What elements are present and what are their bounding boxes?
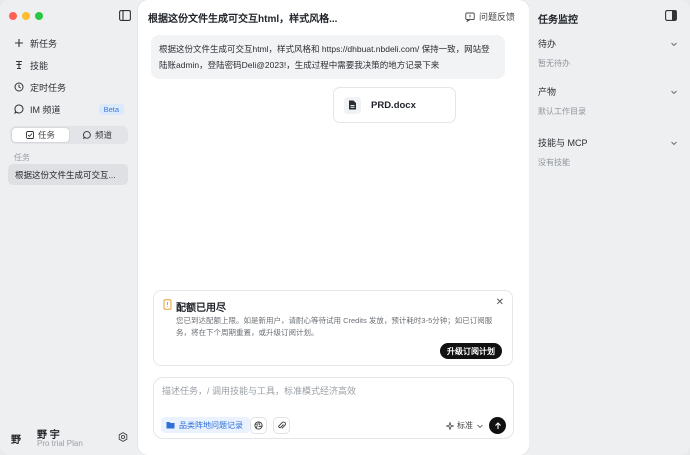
right-panel-title: 任务监控: [538, 15, 578, 26]
sidebar-nav: 新任务 技能 定时任务 IM 频道 Beta: [6, 32, 132, 120]
close-window-button[interactable]: [9, 12, 17, 20]
chevron-down-icon: [477, 424, 483, 428]
tab-label: 频道: [94, 130, 112, 140]
zoom-window-button[interactable]: [35, 12, 43, 20]
warning-icon: [163, 299, 172, 310]
send-button[interactable]: [489, 417, 506, 434]
user-profile[interactable]: 野 野 宇 Pro trial Plan: [8, 426, 132, 450]
composer: 品类阵地问题记录 标准: [153, 377, 514, 439]
checkbox-icon: [26, 131, 34, 139]
quota-title: 配额已用尽: [176, 303, 226, 314]
artifacts-section: 产物 默认工作目录: [538, 85, 678, 117]
nav-label: IM 频道: [30, 104, 61, 115]
sidebar-toggle-icon[interactable]: [119, 10, 131, 21]
section-title: 待办: [538, 39, 557, 49]
skills-mcp-section-header[interactable]: 技能与 MCP: [538, 136, 678, 149]
user-plan: Pro trial Plan: [37, 439, 83, 448]
quota-alert: 配额已用尽 ✕ 您已到达配额上限。如是新用户，请耐心等待试用 Credits 发…: [153, 290, 513, 366]
nav-im-channels[interactable]: IM 频道 Beta: [6, 98, 132, 120]
close-icon[interactable]: ✕: [496, 297, 504, 308]
document-icon: [344, 96, 361, 114]
nav-label: 新任务: [30, 38, 58, 49]
mode-label: 标准: [457, 421, 473, 430]
chat-icon: [82, 131, 91, 139]
chat-icon: [14, 104, 24, 114]
attachment-card[interactable]: PRD.docx: [333, 87, 456, 123]
attachment-name: PRD.docx: [371, 99, 416, 111]
gear-icon[interactable]: [118, 432, 128, 442]
paperclip-icon: [278, 421, 286, 429]
skill-icon: [16, 61, 22, 69]
sidebar-segment-control: 任务 频道: [10, 126, 128, 144]
attach-button[interactable]: [273, 417, 290, 434]
page-title: 根据这份文件生成可交互html，样式风格...: [148, 14, 338, 25]
todo-section-header[interactable]: 待办: [538, 37, 678, 50]
todo-section: 待办 暂无待办: [538, 37, 678, 69]
section-title: 技能与 MCP: [538, 138, 588, 148]
chevron-down-icon: [671, 90, 677, 94]
user-message: 根据这份文件生成可交互html，样式风格和 https://dhbuat.nbd…: [151, 35, 505, 79]
aperture-icon: [254, 421, 263, 430]
window-controls: [9, 12, 43, 20]
clock-icon: [14, 82, 24, 92]
tools-button[interactable]: [250, 417, 267, 434]
nav-skills[interactable]: 技能: [6, 54, 132, 76]
quota-message: 您已到达配额上限。如是新用户，请耐心等待试用 Credits 发放，预计耗时3-…: [176, 316, 493, 337]
mode-selector[interactable]: 标准: [446, 420, 484, 431]
tab-label: 任务: [37, 130, 55, 140]
feedback-icon: [465, 12, 475, 22]
feedback-button[interactable]: 问题反馈: [465, 10, 515, 23]
sparkle-icon: [446, 421, 454, 430]
folder-tag-label: 品类阵地问题记录: [179, 420, 243, 430]
artifacts-section-header[interactable]: 产物: [538, 85, 678, 98]
avatar: 野: [11, 435, 21, 446]
plus-icon: [15, 39, 23, 47]
section-title: 产物: [538, 87, 557, 97]
nav-new-task[interactable]: 新任务: [6, 32, 132, 54]
chevron-down-icon: [671, 42, 677, 46]
tab-channels[interactable]: 频道: [69, 128, 126, 142]
panel-toggle-icon[interactable]: [665, 10, 677, 21]
beta-badge: Beta: [98, 103, 124, 115]
upgrade-plan-button[interactable]: 升级订阅计划: [440, 343, 502, 359]
task-input[interactable]: [162, 386, 502, 396]
arrow-up-icon: [494, 421, 501, 429]
tasks-section-label: 任务: [14, 153, 30, 162]
main-panel: 根据这份文件生成可交互html，样式风格... 问题反馈 根据这份文件生成可交互…: [138, 0, 529, 455]
tab-tasks[interactable]: 任务: [12, 128, 69, 142]
right-panel: 任务监控 待办 暂无待办 产物 默认工作目录 技能与 MCP 没有技能: [529, 0, 690, 455]
nav-scheduled-tasks[interactable]: 定时任务: [6, 76, 132, 98]
folder-tag[interactable]: 品类阵地问题记录: [161, 417, 250, 433]
section-subtitle: 默认工作目录: [538, 107, 586, 116]
feedback-label: 问题反馈: [478, 12, 515, 22]
app-window: 新任务 技能 定时任务 IM 频道 Beta 任务 频道 任务 根据这份文件生成…: [0, 0, 690, 455]
nav-label: 技能: [30, 60, 49, 71]
left-sidebar: 新任务 技能 定时任务 IM 频道 Beta 任务 频道 任务 根据这份文件生成…: [0, 0, 138, 455]
section-subtitle: 没有技能: [538, 158, 570, 167]
section-subtitle: 暂无待办: [538, 59, 570, 68]
task-list-item[interactable]: 根据这份文件生成可交互...: [8, 164, 128, 185]
skills-mcp-section: 技能与 MCP 没有技能: [538, 136, 678, 168]
nav-label: 定时任务: [30, 82, 67, 93]
chevron-down-icon: [671, 141, 677, 145]
minimize-window-button[interactable]: [22, 12, 30, 20]
folder-icon: [166, 422, 175, 429]
